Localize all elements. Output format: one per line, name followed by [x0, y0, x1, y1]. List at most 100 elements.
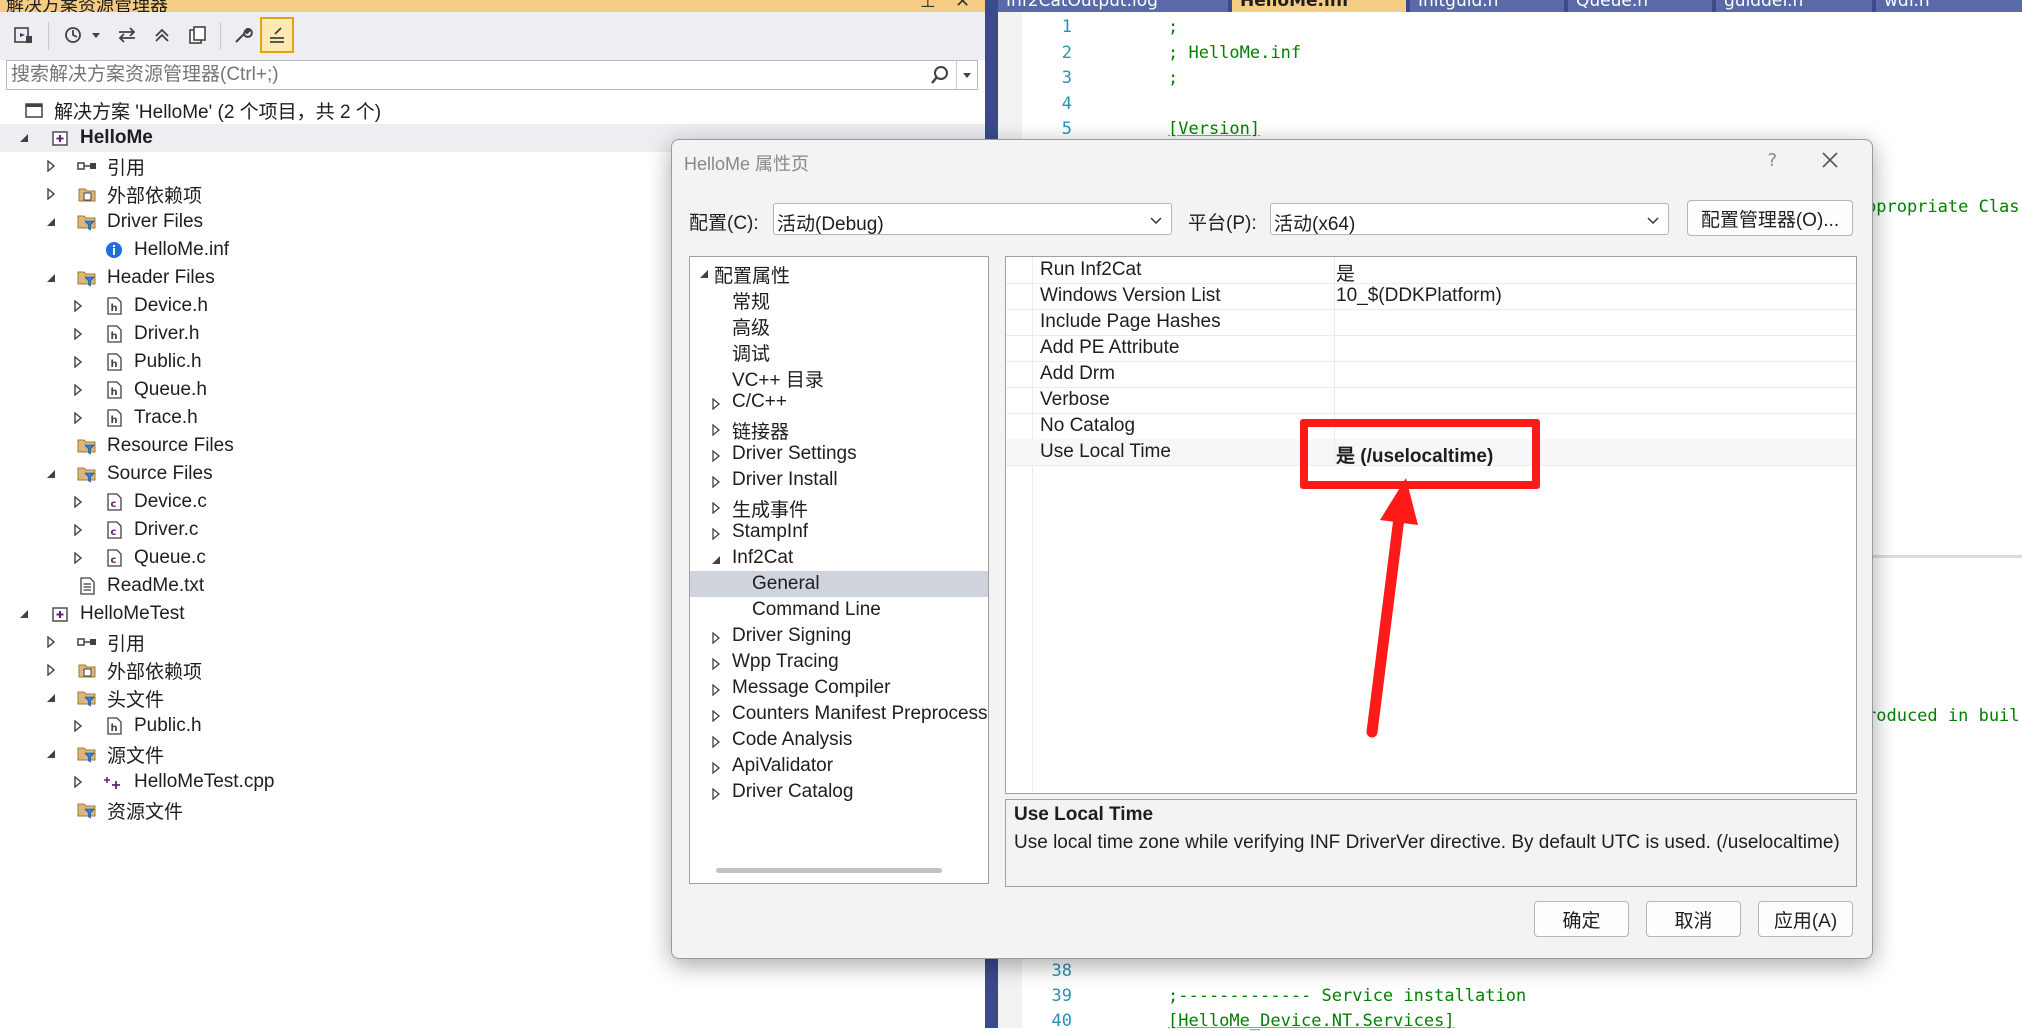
property-tree-item[interactable]: Driver Settings — [690, 441, 988, 467]
property-tree-item[interactable]: 高级 — [690, 311, 988, 339]
collapsed-arrow-icon[interactable] — [70, 494, 86, 510]
expanded-arrow-icon[interactable] — [16, 130, 32, 146]
solution-explorer-search[interactable] — [6, 60, 978, 90]
code-line[interactable]: [HelloMe_Device.NT.Services] — [1168, 1011, 1455, 1031]
ok-button[interactable]: 确定 — [1534, 901, 1629, 937]
code-line[interactable]: ;------------- Service installation — [1168, 986, 1526, 1006]
expanded-arrow-icon[interactable] — [43, 746, 59, 762]
property-tree-item[interactable]: Message Compiler — [690, 675, 988, 701]
code-line[interactable]: ; — [1168, 68, 1178, 88]
expanded-arrow-icon[interactable] — [43, 214, 59, 230]
show-all-files-icon[interactable] — [182, 20, 212, 50]
search-input[interactable] — [11, 63, 931, 87]
code-line[interactable]: ; HelloMe.inf — [1168, 43, 1301, 63]
collapsed-arrow-icon[interactable] — [710, 394, 724, 411]
expanded-arrow-icon[interactable] — [43, 466, 59, 482]
collapsed-arrow-icon[interactable] — [70, 354, 86, 370]
switch-views-icon[interactable] — [8, 20, 38, 50]
collapsed-arrow-icon[interactable] — [710, 758, 724, 775]
collapsed-arrow-icon[interactable] — [710, 524, 724, 541]
collapsed-arrow-icon[interactable] — [70, 410, 86, 426]
collapsed-arrow-icon[interactable] — [710, 628, 724, 645]
property-tree-item[interactable]: Counters Manifest Preprocess — [690, 701, 988, 727]
config-select[interactable]: 活动(Debug) — [773, 203, 1172, 235]
collapsed-arrow-icon[interactable] — [43, 186, 59, 202]
property-row[interactable]: Include Page Hashes — [1006, 309, 1856, 336]
collapse-all-icon[interactable] — [147, 20, 177, 50]
close-icon[interactable]: ✕ — [955, 0, 970, 12]
collapsed-arrow-icon[interactable] — [70, 298, 86, 314]
property-tree-item[interactable]: Driver Catalog — [690, 779, 988, 805]
pin-icon[interactable]: ⊥ — [920, 0, 936, 12]
property-tree-item[interactable]: Wpp Tracing — [690, 649, 988, 675]
collapsed-arrow-icon[interactable] — [710, 732, 724, 749]
solution-node[interactable]: 解决方案 'HelloMe' (2 个项目，共 2 个) — [0, 96, 985, 124]
collapsed-arrow-icon[interactable] — [43, 662, 59, 678]
property-tree-item[interactable]: Driver Signing — [690, 623, 988, 649]
property-tree-item[interactable]: 生成事件 — [690, 493, 988, 521]
collapsed-arrow-icon[interactable] — [710, 420, 724, 437]
collapsed-arrow-icon[interactable] — [70, 522, 86, 538]
tab-guiddef-h[interactable]: guiddef.h — [1716, 0, 1872, 12]
collapsed-arrow-icon[interactable] — [710, 446, 724, 463]
help-button[interactable]: ? — [1767, 150, 1777, 171]
tab-hellome-inf[interactable]: HelloMe.inf — [1232, 0, 1406, 12]
collapsed-arrow-icon[interactable] — [70, 550, 86, 566]
property-row[interactable]: Windows Version List 10_$(DDKPlatform) — [1006, 283, 1856, 310]
property-tree-item[interactable]: 链接器 — [690, 415, 988, 443]
property-tree-item[interactable]: 调试 — [690, 337, 988, 365]
preview-selected-icon[interactable] — [260, 17, 294, 53]
search-icon[interactable] — [929, 64, 951, 90]
property-row[interactable]: Add PE Attribute — [1006, 335, 1856, 362]
search-options-dropdown-icon[interactable] — [956, 61, 977, 89]
horizontal-scrollbar[interactable] — [716, 868, 942, 873]
property-tree-item[interactable]: VC++ 目录 — [690, 363, 988, 391]
apply-button[interactable]: 应用(A) — [1758, 901, 1853, 937]
close-icon[interactable] — [1818, 148, 1842, 172]
tab-wdf-h[interactable]: wdf.h — [1876, 0, 2022, 12]
collapsed-arrow-icon[interactable] — [710, 784, 724, 801]
config-manager-button[interactable]: 配置管理器(O)... — [1687, 200, 1853, 236]
collapsed-arrow-icon[interactable] — [43, 158, 59, 174]
platform-select[interactable]: 活动(x64) — [1270, 203, 1669, 235]
property-tree-item[interactable]: C/C++ — [690, 389, 988, 415]
property-tree-item[interactable]: General — [690, 571, 988, 597]
expanded-arrow-icon[interactable] — [698, 264, 712, 278]
property-value[interactable]: 10_$(DDKPlatform) — [1336, 285, 1502, 307]
cancel-button[interactable]: 取消 — [1646, 901, 1741, 937]
collapsed-arrow-icon[interactable] — [70, 774, 86, 790]
sync-icon[interactable] — [112, 20, 142, 50]
expanded-arrow-icon[interactable] — [16, 606, 32, 622]
property-row[interactable]: Run Inf2Cat 是 — [1006, 257, 1856, 286]
tab-initguid-h[interactable]: Initguid.h — [1410, 0, 1564, 12]
collapsed-arrow-icon[interactable] — [710, 472, 724, 489]
property-tree-item[interactable]: 配置属性 — [690, 259, 988, 287]
expanded-arrow-icon[interactable] — [710, 550, 724, 564]
tab-queue-h[interactable]: Queue.h — [1568, 0, 1712, 12]
history-icon[interactable] — [58, 20, 88, 50]
collapsed-arrow-icon[interactable] — [710, 654, 724, 671]
property-tree-item[interactable]: 常规 — [690, 285, 988, 313]
code-line[interactable]: ; — [1168, 17, 1178, 37]
expanded-arrow-icon[interactable] — [43, 690, 59, 706]
properties-wrench-icon[interactable] — [228, 20, 258, 50]
collapsed-arrow-icon[interactable] — [710, 498, 724, 515]
collapsed-arrow-icon[interactable] — [70, 326, 86, 342]
collapsed-arrow-icon[interactable] — [710, 680, 724, 697]
expanded-arrow-icon[interactable] — [43, 270, 59, 286]
collapsed-arrow-icon[interactable] — [43, 634, 59, 650]
collapsed-arrow-icon[interactable] — [710, 706, 724, 723]
property-tree-item[interactable]: Code Analysis — [690, 727, 988, 753]
property-tree-item[interactable]: Inf2Cat — [690, 545, 988, 571]
property-tree-item[interactable]: Command Line — [690, 597, 988, 623]
property-row[interactable]: Add Drm — [1006, 361, 1856, 388]
collapsed-arrow-icon[interactable] — [70, 382, 86, 398]
property-tree-item[interactable]: StampInf — [690, 519, 988, 545]
property-tree-item[interactable]: Driver Install — [690, 467, 988, 493]
property-row[interactable]: Verbose — [1006, 387, 1856, 414]
collapsed-arrow-icon[interactable] — [70, 718, 86, 734]
code-line[interactable]: [Version] — [1168, 119, 1260, 139]
history-dropdown-icon[interactable] — [88, 20, 104, 50]
property-value[interactable]: 是 — [1336, 259, 1355, 286]
tab-inf2cat-log[interactable]: Inf2CatOutput.log — [998, 0, 1228, 12]
